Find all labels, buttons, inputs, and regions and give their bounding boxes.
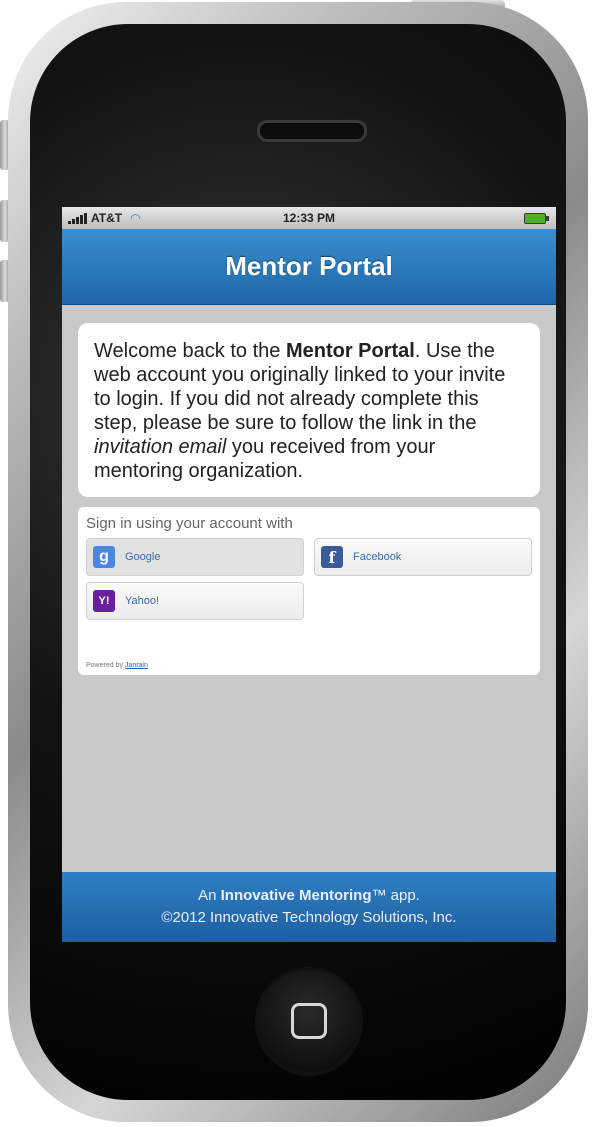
footer-line-1: An Innovative Mentoring™ app. — [62, 885, 556, 907]
provider-list: g Google f Facebook Y! Yahoo! — [86, 538, 532, 620]
powered-by: Powered by Janrain — [86, 662, 148, 669]
welcome-text-italic: invitation email — [94, 436, 227, 458]
yahoo-signin-button[interactable]: Y! Yahoo! — [86, 582, 304, 620]
welcome-text-bold: Mentor Portal — [285, 340, 415, 362]
page-title: Mentor Portal — [225, 251, 393, 281]
wifi-icon: ◠ — [130, 211, 141, 225]
welcome-message: Welcome back to the Mentor Portal. Use t… — [78, 323, 540, 497]
janrain-link[interactable]: Janrain — [125, 662, 148, 669]
app-header: Mentor Portal — [62, 229, 556, 305]
signin-label: Sign in using your account with — [86, 515, 293, 532]
google-label: Google — [125, 551, 161, 563]
facebook-icon: f — [321, 546, 343, 568]
google-signin-button[interactable]: g Google — [86, 538, 304, 576]
app-footer: An Innovative Mentoring™ app. ©2012 Inno… — [62, 872, 556, 942]
footer-copyright: ©2012 Innovative Technology Solutions, I… — [161, 909, 457, 926]
earpiece-speaker — [257, 120, 367, 142]
facebook-label: Facebook — [353, 551, 402, 563]
status-bar: AT&T ◠ 12:33 PM — [62, 207, 556, 229]
google-icon: g — [93, 546, 115, 568]
signin-panel: Sign in using your account with g Google… — [78, 507, 540, 675]
footer-prefix: An — [198, 887, 221, 904]
home-button[interactable] — [258, 970, 360, 1072]
phone-screen: AT&T ◠ 12:33 PM Mentor Portal Welcome ba… — [62, 207, 556, 942]
yahoo-icon: Y! — [93, 590, 115, 612]
footer-suffix: ™ app. — [371, 887, 420, 904]
powered-prefix: Powered by — [86, 662, 125, 669]
yahoo-label: Yahoo! — [125, 595, 160, 607]
battery-icon — [524, 213, 549, 224]
status-time: 12:33 PM — [282, 211, 336, 225]
carrier-label: AT&T — [91, 211, 123, 225]
facebook-signin-button[interactable]: f Facebook — [314, 538, 532, 576]
welcome-text-1: Welcome back to the — [94, 340, 286, 362]
signal-icon — [68, 212, 87, 224]
footer-brand: Innovative Mentoring — [220, 887, 372, 904]
home-square-icon — [291, 1003, 327, 1039]
